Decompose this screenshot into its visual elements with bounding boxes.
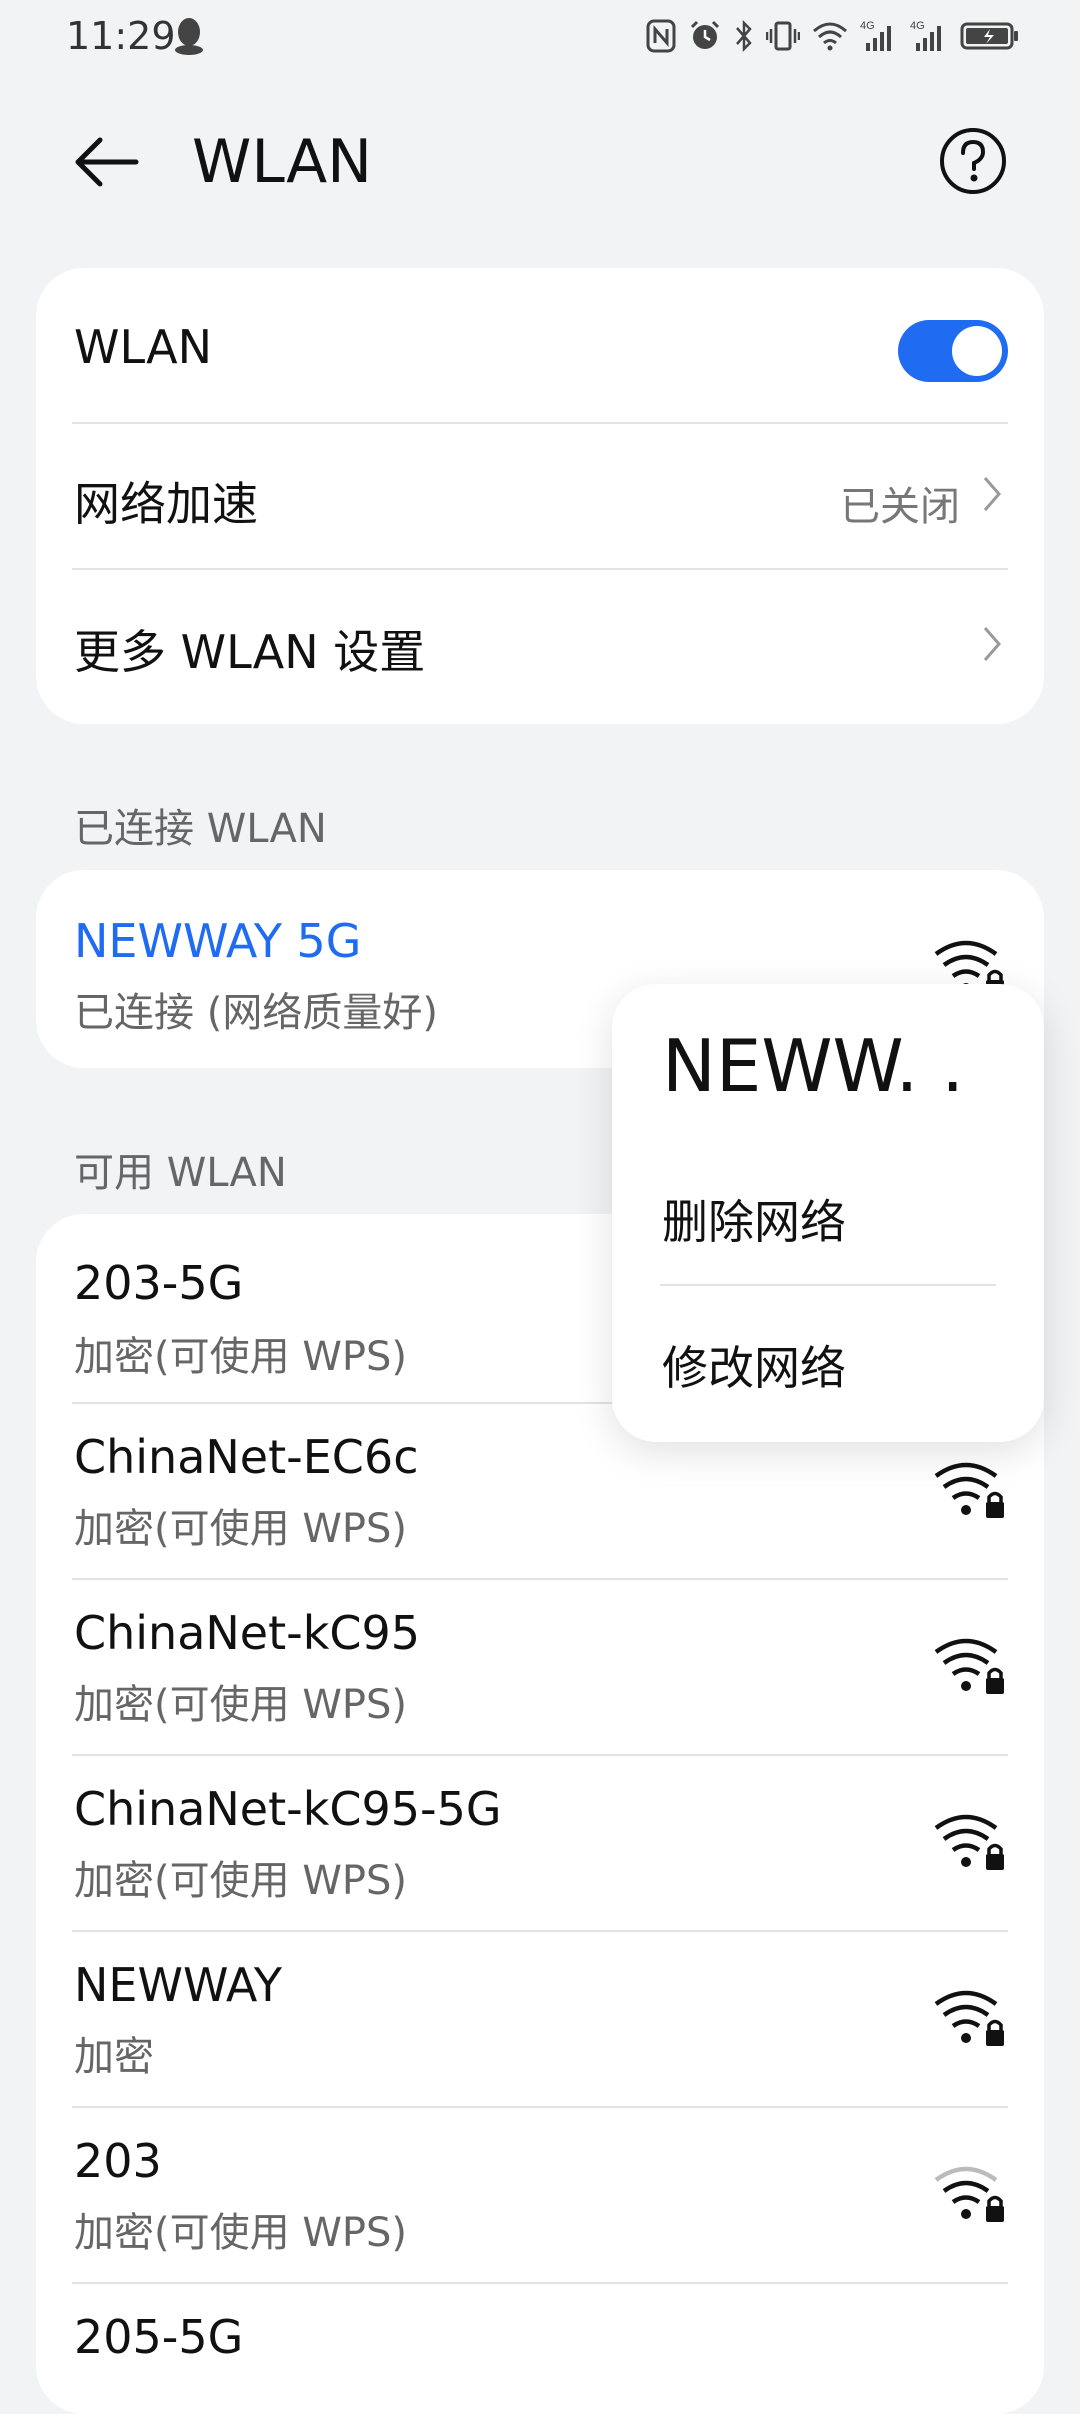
network-security: 加密(可使用 WPS) [74,1506,407,1552]
wifi-lock-icon [934,1638,1004,1694]
toggle-knob [952,326,1002,376]
more-wlan-settings-label: 更多 WLAN 设置 [74,625,426,679]
chevron-right-icon [983,477,1001,511]
wlan-toggle-row[interactable]: WLAN [36,268,1044,424]
network-security: 加密 [74,2034,154,2080]
settings-card: WLAN 网络加速 已关闭 更多 WLAN 设置 [36,268,1044,724]
wlan-toggle[interactable] [898,320,1008,382]
help-icon[interactable] [938,126,1008,196]
network-security: 加密(可使用 WPS) [74,1858,407,1904]
network-name: 203-5G [74,1256,244,1310]
network-security: 加密(可使用 WPS) [74,2210,407,2256]
signal-4g-icon: 4G [860,20,891,51]
network-name: NEWWAY [74,1958,282,2012]
alarm-icon [690,20,720,49]
signal-4g-label-2: 4G [910,20,925,32]
network-item[interactable]: 205-5G [36,2284,1044,2414]
wifi-lock-icon [934,1462,1004,1518]
network-item[interactable]: ChinaNet-kC95 加密(可使用 WPS) [36,1580,1044,1754]
wifi-lock-icon [934,1814,1004,1870]
vibrate-icon [766,21,800,51]
status-bar: 11:29 4G 4G [0,0,1080,80]
network-context-menu: NEWW. . 删除网络 修改网络 [612,984,1044,1442]
network-acceleration-row[interactable]: 网络加速 已关闭 [36,424,1044,568]
status-icons: 4G 4G [646,14,1020,58]
page-title: WLAN [192,127,373,197]
network-security: 加密(可使用 WPS) [74,1682,407,1728]
network-acceleration-value: 已关闭 [840,484,960,530]
modify-network-button[interactable]: 修改网络 [662,1332,846,1398]
qq-notification-icon [175,18,203,55]
bluetooth-icon [736,19,752,53]
network-name: ChinaNet-kC95-5G [74,1782,502,1836]
more-wlan-settings-row[interactable]: 更多 WLAN 设置 [36,570,1044,720]
wlan-label: WLAN [74,320,213,374]
nfc-icon [646,19,676,53]
network-item[interactable]: ChinaNet-kC95-5G 加密(可使用 WPS) [36,1756,1044,1930]
wifi-status-icon [813,22,847,51]
back-arrow-icon[interactable] [70,124,146,200]
chevron-right-icon [983,627,1001,661]
popup-title: NEWW. . [662,1024,965,1108]
network-name: ChinaNet-EC6c [74,1430,419,1484]
network-item[interactable]: NEWWAY 加密 [36,1932,1044,2106]
wifi-lock-icon [934,1990,1004,2046]
status-time: 11:29 [66,14,176,58]
available-section-label: 可用 WLAN [74,1150,287,1196]
connected-network-status: 已连接 (网络质量好) [74,990,438,1036]
wifi-lock-weak-icon [934,2166,1004,2222]
network-item[interactable]: 203 加密(可使用 WPS) [36,2108,1044,2282]
connected-network-name: NEWWAY 5G [74,914,362,968]
signal-4g-icon-2: 4G [910,20,941,51]
network-acceleration-label: 网络加速 [74,477,258,531]
network-name: 203 [74,2134,162,2188]
battery-charging-icon [960,22,1018,50]
divider [660,1284,996,1286]
connected-section-label: 已连接 WLAN [74,806,327,852]
network-name: 205-5G [74,2310,244,2364]
signal-4g-label: 4G [860,20,875,32]
network-name: ChinaNet-kC95 [74,1606,421,1660]
network-security: 加密(可使用 WPS) [74,1334,407,1380]
delete-network-button[interactable]: 删除网络 [662,1186,846,1252]
